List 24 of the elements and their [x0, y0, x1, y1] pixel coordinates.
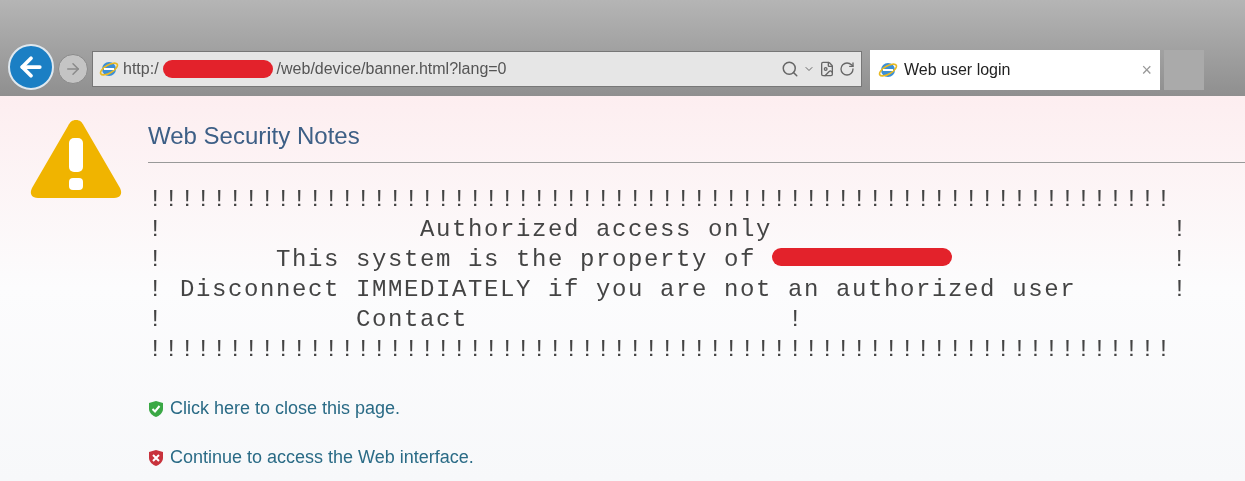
banner-line: ! This system is the property of — [148, 245, 757, 275]
url-text: http:/ — [123, 59, 159, 79]
banner-line: !!!!!!!!!!!!!!!!!!!!!!!!!!!!!!!!!!!!!!!!!!!!!!!!!!!!!!!!!!!!!!!! — [148, 185, 1173, 215]
banner-line: !!!!!!!!!!!!!!!!!!!!!!!!!!!!!!!!!!!!!!!!!!!!!!!!!!!!!!!!!!!!!!!! — [148, 335, 1173, 365]
page-link[interactable]: Continue to access the Web interface. — [170, 444, 474, 471]
tab-title: Web user login — [904, 60, 1011, 80]
browser-tab[interactable]: Web user login × — [870, 50, 1160, 90]
page-title: Web Security Notes — [148, 121, 361, 151]
shield-check-icon — [148, 399, 164, 418]
banner-line: ! Contact ! — [148, 305, 805, 335]
refresh-icon[interactable] — [839, 61, 855, 77]
forward-arrow-icon — [64, 60, 82, 78]
browser-logo-icon — [878, 60, 898, 80]
browser-logo-icon — [99, 59, 119, 79]
search-icon[interactable] — [781, 60, 799, 78]
banner-line: ! Authorized access only ! — [148, 215, 1189, 245]
address-bar[interactable]: http:/ /web/device/banner.html?lang=0 — [92, 51, 862, 87]
banner-line-end: ! — [1172, 245, 1188, 275]
shield-cross-icon — [148, 448, 164, 467]
page-link[interactable]: Click here to close this page. — [170, 395, 401, 422]
url-text: /web/device/banner.html?lang=0 — [276, 59, 507, 79]
back-button[interactable] — [8, 44, 54, 90]
tab-close-button[interactable]: × — [1141, 56, 1152, 84]
banner-line: ! Disconnect IMMEDIATELY if you are not an authorized user ! — [148, 275, 1189, 305]
